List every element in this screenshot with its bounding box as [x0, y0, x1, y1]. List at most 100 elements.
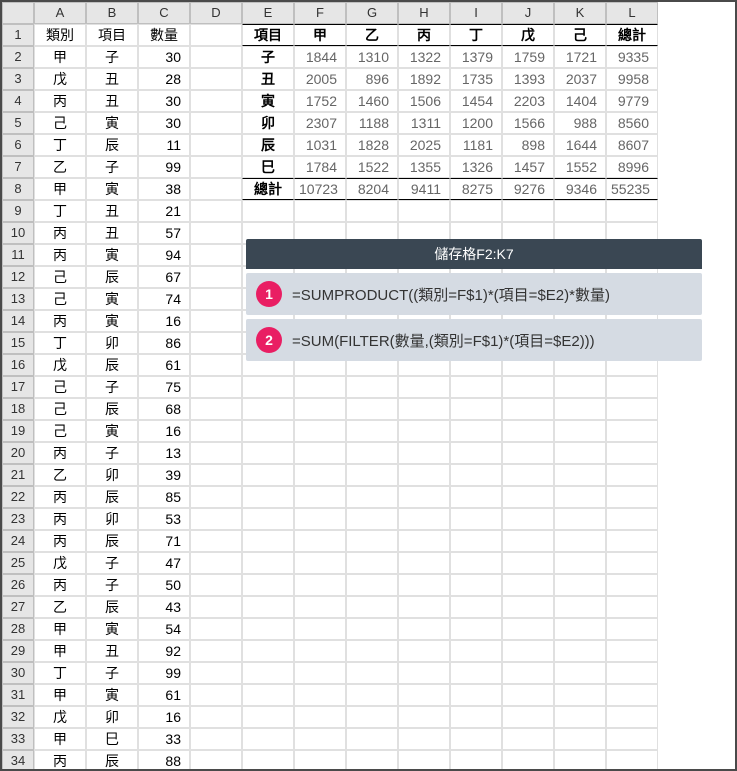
- cell-B8[interactable]: 寅: [86, 178, 138, 200]
- cell-G8[interactable]: 8204: [346, 178, 398, 200]
- cell-C2[interactable]: 30: [138, 46, 190, 68]
- cell-F6[interactable]: 1031: [294, 134, 346, 156]
- cell-I8[interactable]: 8275: [450, 178, 502, 200]
- cell-G9[interactable]: [346, 200, 398, 222]
- cell-F34[interactable]: [294, 750, 346, 771]
- cell-L24[interactable]: [606, 530, 658, 552]
- cell-F26[interactable]: [294, 574, 346, 596]
- cell-D4[interactable]: [190, 90, 242, 112]
- cell-A29[interactable]: 甲: [34, 640, 86, 662]
- cell-K24[interactable]: [554, 530, 606, 552]
- cell-J29[interactable]: [502, 640, 554, 662]
- cell-F8[interactable]: 10723: [294, 178, 346, 200]
- cell-B15[interactable]: 卯: [86, 332, 138, 354]
- cell-B6[interactable]: 辰: [86, 134, 138, 156]
- row-header-28[interactable]: 28: [2, 618, 34, 640]
- cell-K9[interactable]: [554, 200, 606, 222]
- cell-A3[interactable]: 戊: [34, 68, 86, 90]
- cell-J21[interactable]: [502, 464, 554, 486]
- cell-L20[interactable]: [606, 442, 658, 464]
- row-header-9[interactable]: 9: [2, 200, 34, 222]
- cell-D8[interactable]: [190, 178, 242, 200]
- cell-J7[interactable]: 1457: [502, 156, 554, 178]
- col-header-J[interactable]: J: [502, 2, 554, 24]
- cell-E4[interactable]: 寅: [242, 90, 294, 112]
- cell-H27[interactable]: [398, 596, 450, 618]
- cell-K21[interactable]: [554, 464, 606, 486]
- cell-G23[interactable]: [346, 508, 398, 530]
- cell-C12[interactable]: 67: [138, 266, 190, 288]
- col-header-G[interactable]: G: [346, 2, 398, 24]
- cell-H21[interactable]: [398, 464, 450, 486]
- cell-J3[interactable]: 1393: [502, 68, 554, 90]
- cell-H34[interactable]: [398, 750, 450, 771]
- cell-B34[interactable]: 辰: [86, 750, 138, 771]
- cell-E30[interactable]: [242, 662, 294, 684]
- row-header-7[interactable]: 7: [2, 156, 34, 178]
- row-header-10[interactable]: 10: [2, 222, 34, 244]
- row-header-3[interactable]: 3: [2, 68, 34, 90]
- cell-E7[interactable]: 巳: [242, 156, 294, 178]
- cell-E23[interactable]: [242, 508, 294, 530]
- cell-E22[interactable]: [242, 486, 294, 508]
- cell-C29[interactable]: 92: [138, 640, 190, 662]
- cell-L18[interactable]: [606, 398, 658, 420]
- cell-B5[interactable]: 寅: [86, 112, 138, 134]
- cell-G29[interactable]: [346, 640, 398, 662]
- cell-I19[interactable]: [450, 420, 502, 442]
- cell-C34[interactable]: 88: [138, 750, 190, 771]
- cell-B33[interactable]: 巳: [86, 728, 138, 750]
- cell-E17[interactable]: [242, 376, 294, 398]
- cell-B17[interactable]: 子: [86, 376, 138, 398]
- cell-G17[interactable]: [346, 376, 398, 398]
- cell-J20[interactable]: [502, 442, 554, 464]
- row-header-14[interactable]: 14: [2, 310, 34, 332]
- cell-I21[interactable]: [450, 464, 502, 486]
- cell-E31[interactable]: [242, 684, 294, 706]
- cell-D29[interactable]: [190, 640, 242, 662]
- cell-I22[interactable]: [450, 486, 502, 508]
- cell-G26[interactable]: [346, 574, 398, 596]
- cell-I5[interactable]: 1200: [450, 112, 502, 134]
- cell-A23[interactable]: 丙: [34, 508, 86, 530]
- cell-G21[interactable]: [346, 464, 398, 486]
- cell-I20[interactable]: [450, 442, 502, 464]
- cell-H29[interactable]: [398, 640, 450, 662]
- cell-G31[interactable]: [346, 684, 398, 706]
- cell-J8[interactable]: 9276: [502, 178, 554, 200]
- cell-A25[interactable]: 戊: [34, 552, 86, 574]
- cell-I9[interactable]: [450, 200, 502, 222]
- cell-E32[interactable]: [242, 706, 294, 728]
- cell-A2[interactable]: 甲: [34, 46, 86, 68]
- cell-D17[interactable]: [190, 376, 242, 398]
- cell-K26[interactable]: [554, 574, 606, 596]
- cell-K23[interactable]: [554, 508, 606, 530]
- cell-J25[interactable]: [502, 552, 554, 574]
- cell-K18[interactable]: [554, 398, 606, 420]
- cell-B7[interactable]: 子: [86, 156, 138, 178]
- cell-D30[interactable]: [190, 662, 242, 684]
- cell-H2[interactable]: 1322: [398, 46, 450, 68]
- row-header-32[interactable]: 32: [2, 706, 34, 728]
- cell-C25[interactable]: 47: [138, 552, 190, 574]
- row-header-29[interactable]: 29: [2, 640, 34, 662]
- cell-I30[interactable]: [450, 662, 502, 684]
- cell-A1[interactable]: 類別: [34, 24, 86, 46]
- cell-D21[interactable]: [190, 464, 242, 486]
- cell-L3[interactable]: 9958: [606, 68, 658, 90]
- cell-H5[interactable]: 1311: [398, 112, 450, 134]
- cell-C8[interactable]: 38: [138, 178, 190, 200]
- cell-I6[interactable]: 1181: [450, 134, 502, 156]
- row-header-26[interactable]: 26: [2, 574, 34, 596]
- cell-D11[interactable]: [190, 244, 242, 266]
- cell-C13[interactable]: 74: [138, 288, 190, 310]
- cell-K2[interactable]: 1721: [554, 46, 606, 68]
- cell-C23[interactable]: 53: [138, 508, 190, 530]
- cell-E9[interactable]: [242, 200, 294, 222]
- cell-A24[interactable]: 丙: [34, 530, 86, 552]
- cell-K33[interactable]: [554, 728, 606, 750]
- cell-L34[interactable]: [606, 750, 658, 771]
- cell-L23[interactable]: [606, 508, 658, 530]
- cell-L28[interactable]: [606, 618, 658, 640]
- row-header-24[interactable]: 24: [2, 530, 34, 552]
